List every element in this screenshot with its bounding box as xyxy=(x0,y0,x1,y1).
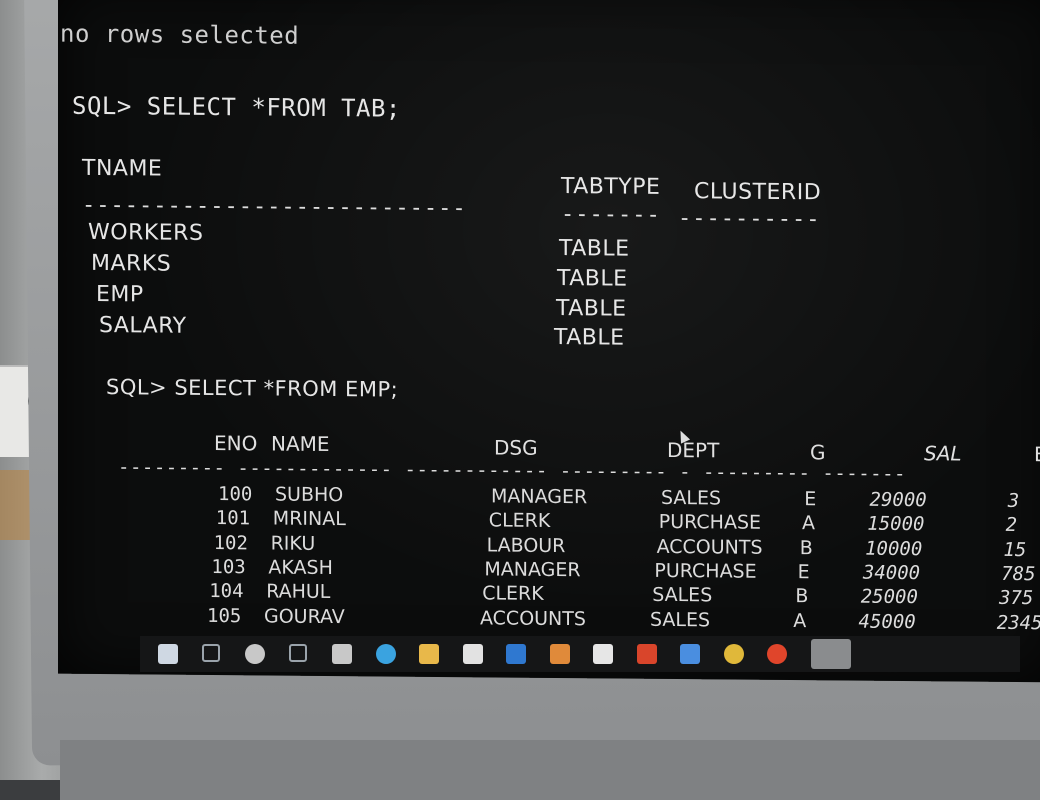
tab-dash-clusterid: ---------- xyxy=(678,206,821,233)
emp-cell-b: 3 xyxy=(1007,489,1020,513)
emp-cell-dept: SALES xyxy=(652,584,713,607)
search-icon[interactable] xyxy=(201,644,220,662)
emp-header-dept: DEPT xyxy=(667,437,720,463)
emp-cell-dept: PURCHASE xyxy=(658,511,762,535)
previous-message: no rows selected xyxy=(60,19,300,50)
tab-row-tname: MARKS xyxy=(91,250,172,277)
emp-header-dsg: DSG xyxy=(494,435,538,460)
emp-cell-sal: 25000 xyxy=(860,585,918,609)
tab-dash-tname: --------------------------- xyxy=(82,192,467,222)
sqlplus-icon[interactable] xyxy=(810,639,851,669)
emp-header-name: NAME xyxy=(271,431,330,457)
emp-cell-eno: 104 xyxy=(209,580,244,603)
emp-cell-eno: 105 xyxy=(207,604,242,627)
emp-cell-dept: SALES xyxy=(650,608,711,631)
emp-cell-b: 15 xyxy=(1003,538,1027,561)
emp-cell-g: B xyxy=(795,585,809,608)
brave-icon[interactable] xyxy=(767,644,787,664)
file-explorer-icon[interactable] xyxy=(419,644,439,664)
app4-icon[interactable] xyxy=(680,644,700,664)
emp-cell-g: E xyxy=(804,488,817,511)
emp-header-eno: ENO xyxy=(214,430,258,456)
emp-cell-dsg: MANAGER xyxy=(491,485,588,509)
windows-taskbar xyxy=(140,636,1020,672)
emp-cell-b: 2 xyxy=(1005,514,1018,537)
tab-header-tname: TNAME xyxy=(82,155,163,182)
emp-cell-name: RAHUL xyxy=(266,580,331,604)
emp-cell-name: AKASH xyxy=(268,556,333,579)
sqlplus-terminal[interactable]: no rows selected SQL> SELECT *FROM TAB; … xyxy=(58,0,1040,683)
store-icon[interactable] xyxy=(462,644,483,664)
emp-cell-dept: PURCHASE xyxy=(654,559,757,583)
emp-cell-sal: 45000 xyxy=(858,610,916,633)
emp-cell-eno: 100 xyxy=(218,483,253,506)
tab-row-tabtype: TABLE xyxy=(557,265,628,292)
emp-cell-g: B xyxy=(799,536,813,559)
emp-cell-g: A xyxy=(802,512,815,535)
mail-icon[interactable] xyxy=(506,644,526,664)
emp-cell-eno: 103 xyxy=(211,555,246,579)
app3-icon[interactable] xyxy=(593,644,613,664)
emp-cell-b: 785 xyxy=(1001,562,1036,586)
emp-cell-eno: 102 xyxy=(213,531,248,554)
start-icon[interactable] xyxy=(158,644,178,664)
emp-cell-dsg: MANAGER xyxy=(484,558,581,582)
task-view-icon[interactable] xyxy=(288,644,307,662)
emp-cell-dsg: ACCOUNTS xyxy=(480,606,586,630)
tab-row-tabtype: TABLE xyxy=(559,236,630,262)
office-icon[interactable] xyxy=(636,644,657,664)
emp-cell-g: E xyxy=(797,560,810,584)
emp-cell-name: RIKU xyxy=(270,532,316,555)
emp-cell-name: MRINAL xyxy=(272,507,346,531)
emp-cell-sal: 29000 xyxy=(869,488,927,512)
tab-row-tabtype: TABLE xyxy=(554,324,625,351)
emp-header-sal: SAL xyxy=(924,441,962,466)
emp-header-b: B xyxy=(1034,442,1040,467)
emp-cell-eno: 101 xyxy=(215,507,251,530)
emp-cell-sal: 34000 xyxy=(862,561,921,585)
tab-row-tname: EMP xyxy=(96,281,144,308)
emp-cell-dsg: CLERK xyxy=(482,582,544,606)
chrome-icon[interactable] xyxy=(723,644,744,664)
laptop-base xyxy=(60,740,1040,800)
emp-cell-b: 375 xyxy=(999,587,1034,610)
tab-row-tabtype: TABLE xyxy=(556,295,627,322)
emp-cell-dept: ACCOUNTS xyxy=(656,535,763,559)
tab-header-tabtype: TABTYPE xyxy=(561,174,661,200)
emp-cell-sal: 15000 xyxy=(867,512,925,536)
app2-icon[interactable] xyxy=(549,644,570,664)
emp-dash-line: --------- ------------- ------------ ---… xyxy=(118,456,906,486)
tab-dash-tabtype: ------- xyxy=(561,202,661,228)
tab-row-tname: WORKERS xyxy=(88,219,204,246)
query-line-2: SQL> SELECT *FROM EMP; xyxy=(106,375,399,402)
emp-cell-g: A xyxy=(793,609,807,632)
tab-header-clusterid: CLUSTERID xyxy=(694,179,822,206)
edge-icon[interactable] xyxy=(375,644,396,664)
app-icon[interactable] xyxy=(332,644,352,664)
emp-cell-sal: 10000 xyxy=(865,537,923,560)
cortana-icon[interactable] xyxy=(245,644,265,664)
emp-cell-dsg: CLERK xyxy=(488,509,551,533)
tab-row-tname: SALARY xyxy=(99,312,187,339)
emp-cell-dept: SALES xyxy=(661,486,722,510)
emp-cell-name: GOURAV xyxy=(264,604,345,628)
emp-cell-name: SUBHO xyxy=(275,483,344,507)
emp-cell-dsg: LABOUR xyxy=(486,533,566,557)
query-line-1: SQL> SELECT *FROM TAB; xyxy=(72,91,401,123)
emp-cell-b: 2345 xyxy=(996,611,1040,634)
emp-header-g: G xyxy=(810,440,826,465)
